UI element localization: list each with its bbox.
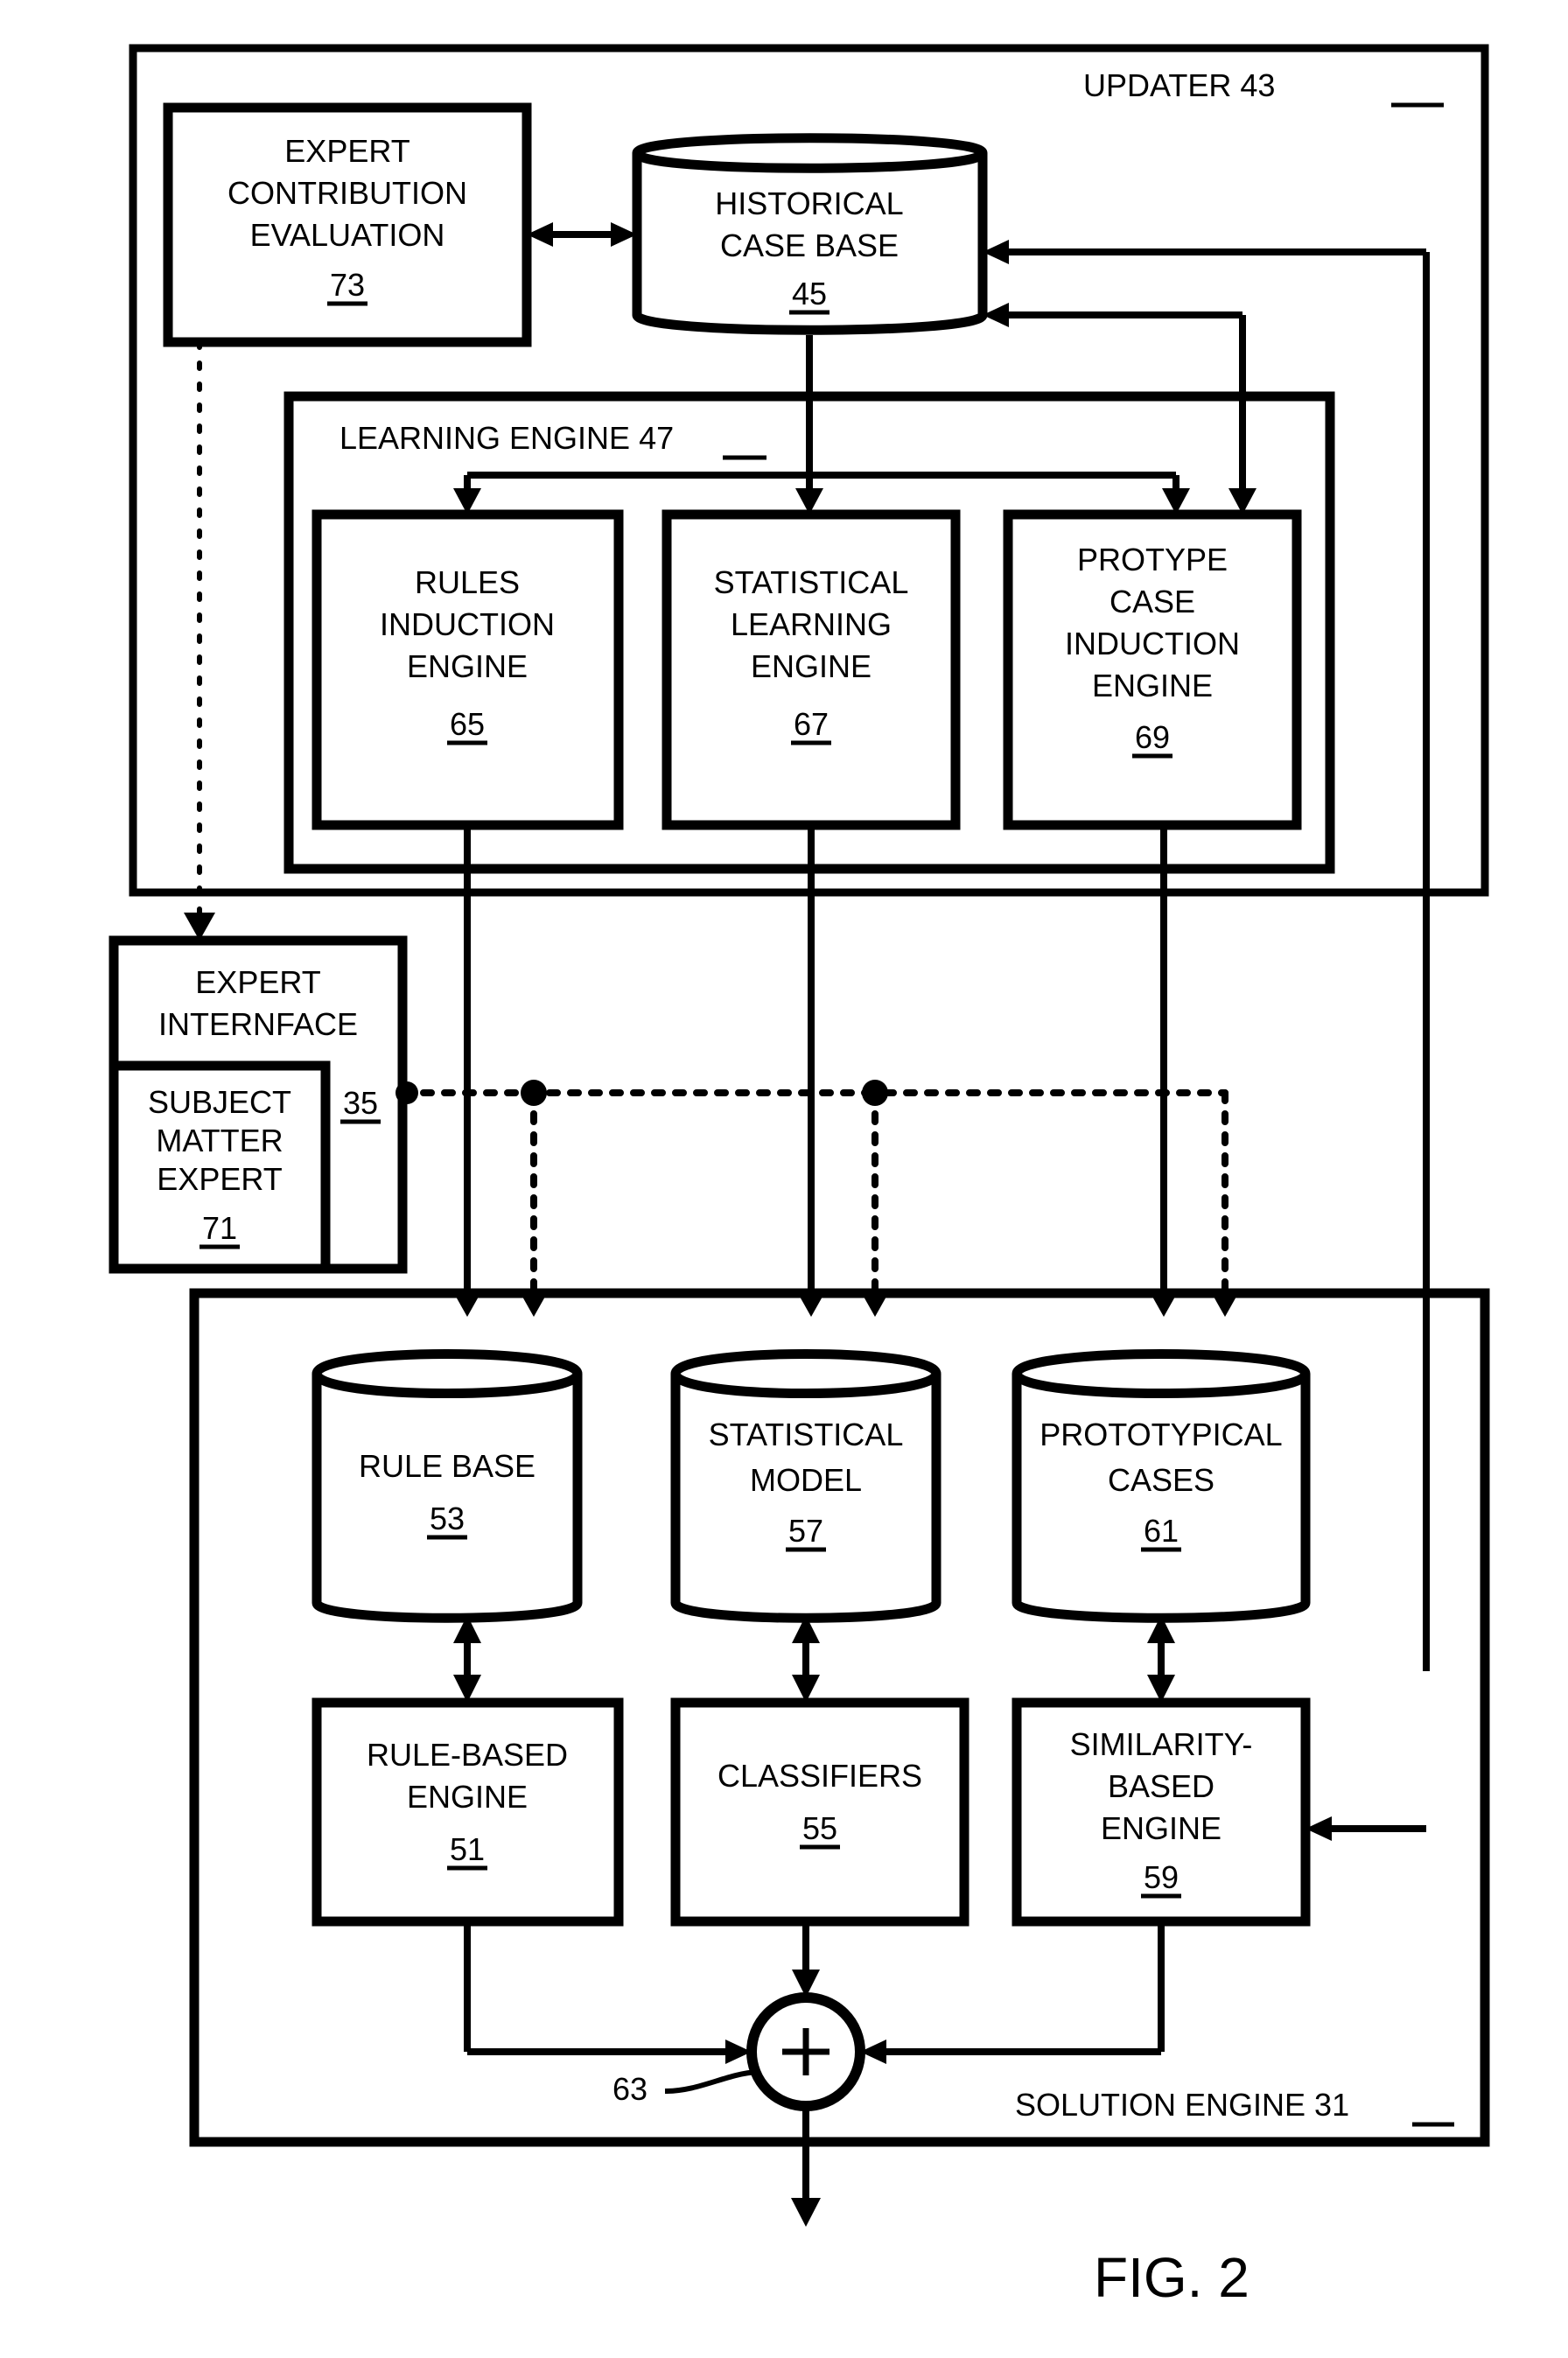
historical-case-base-line-1: HISTORICAL — [715, 185, 903, 221]
summation-node — [746, 1992, 865, 2111]
subject-matter-expert-ref: 71 — [202, 1210, 237, 1246]
historical-case-base-ref: 45 — [792, 276, 827, 311]
solution-engine-title: SOLUTION ENGINE 31 — [1015, 2087, 1349, 2123]
rule-base-ref: 53 — [430, 1501, 465, 1536]
similarity-based-engine-line-2: BASED — [1108, 1768, 1214, 1804]
statistical-model-line-2: MODEL — [750, 1462, 862, 1498]
rule-base-line-1: RULE BASE — [359, 1448, 536, 1484]
updater-title: UPDATER 43 — [1083, 67, 1275, 103]
protype-case-induction-engine-ref: 69 — [1135, 719, 1170, 755]
subject-matter-expert-line-3: EXPERT — [157, 1161, 282, 1197]
learning-engine-title: LEARNING ENGINE 47 — [340, 420, 674, 456]
protype-case-induction-engine-line-3: INDUCTION — [1065, 626, 1240, 661]
rule-based-engine-line-2: ENGINE — [407, 1779, 528, 1815]
bus-junction-dot-origin — [396, 1081, 418, 1104]
prototypical-cases-line-2: CASES — [1108, 1462, 1214, 1498]
rules-induction-engine-line-1: RULES — [415, 564, 520, 600]
expert-interface-line-1: EXPERT — [195, 964, 320, 1000]
rule-based-engine-ref: 51 — [450, 1831, 485, 1867]
rules-induction-engine-line-2: INDUCTION — [380, 606, 555, 642]
statistical-learning-engine-ref: 67 — [794, 706, 829, 742]
rules-induction-engine-ref: 65 — [450, 706, 485, 742]
rules-induction-engine-line-3: ENGINE — [407, 648, 528, 684]
expert-interface-line-2: INTERNFACE — [158, 1006, 358, 1042]
classifiers-line-1: CLASSIFIERS — [718, 1758, 922, 1794]
summation-ref-label: 63 — [612, 2071, 648, 2107]
subject-matter-expert-line-1: SUBJECT — [148, 1084, 291, 1120]
expert-contribution-evaluation-line-2: CONTRIBUTION — [228, 175, 467, 211]
prototypical-cases-ref: 61 — [1144, 1513, 1179, 1549]
figure-2-diagram: UPDATER 43 EXPERT CONTRIBUTION EVALUATIO… — [0, 0, 1568, 2358]
similarity-based-engine-line-1: SIMILARITY- — [1070, 1726, 1253, 1762]
classifiers-ref: 55 — [802, 1810, 837, 1846]
statistical-learning-engine-line-1: STATISTICAL — [714, 564, 909, 600]
prototypical-cases-line-1: PROTOTYPICAL — [1040, 1417, 1282, 1452]
expert-interface-ref: 35 — [343, 1085, 378, 1121]
rule-based-engine-line-1: RULE-BASED — [367, 1737, 568, 1773]
rule-base-cylinder — [312, 1349, 583, 1623]
protype-case-induction-engine-line-2: CASE — [1110, 584, 1195, 619]
similarity-based-engine-ref: 59 — [1144, 1859, 1179, 1895]
historical-case-base-line-2: CASE BASE — [720, 227, 899, 263]
expert-contribution-evaluation-line-3: EVALUATION — [250, 217, 445, 253]
statistical-learning-engine-line-3: ENGINE — [751, 648, 872, 684]
similarity-based-engine-line-3: ENGINE — [1101, 1810, 1222, 1846]
protype-case-induction-engine-line-1: PROTYPE — [1077, 542, 1228, 577]
expert-contribution-evaluation-line-1: EXPERT — [284, 133, 410, 169]
statistical-model-line-1: STATISTICAL — [709, 1417, 904, 1452]
figure-caption: FIG. 2 — [1094, 2246, 1250, 2309]
statistical-model-ref: 57 — [788, 1513, 823, 1549]
statistical-learning-engine-line-2: LEARNING — [731, 606, 892, 642]
protype-case-induction-engine-line-4: ENGINE — [1092, 668, 1213, 703]
subject-matter-expert-line-2: MATTER — [156, 1123, 283, 1158]
expert-contribution-evaluation-ref: 73 — [330, 267, 365, 303]
